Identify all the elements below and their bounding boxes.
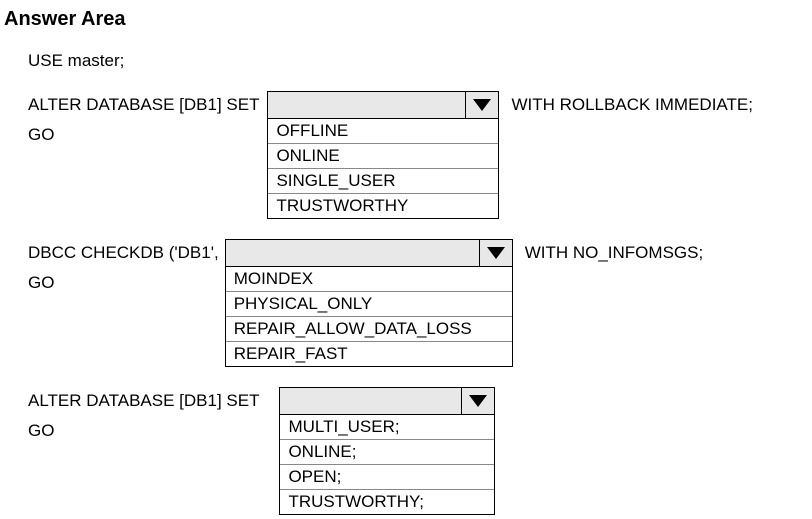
section-2: DBCC CHECKDB ('DB1', GO MOINDEX PHYSICAL…	[28, 239, 812, 367]
option-offline[interactable]: OFFLINE	[268, 119, 498, 144]
option-multi-user[interactable]: MULTI_USER;	[280, 415, 494, 440]
dropdown-1-header[interactable]	[267, 91, 499, 119]
chevron-down-icon	[473, 99, 491, 111]
option-repair-fast[interactable]: REPAIR_FAST	[226, 342, 512, 366]
dropdown-1[interactable]: OFFLINE ONLINE SINGLE_USER TRUSTWORTHY	[267, 91, 499, 219]
sql-go-1: GO	[28, 125, 259, 145]
dropdown-1-arrow[interactable]	[465, 92, 498, 118]
option-trustworthy[interactable]: TRUSTWORTHY	[268, 194, 498, 218]
option-physical-only[interactable]: PHYSICAL_ONLY	[226, 292, 512, 317]
sql-dbcc-prefix: DBCC CHECKDB ('DB1',	[28, 239, 219, 263]
sql-use-master: USE master;	[28, 51, 812, 71]
dropdown-3-options: MULTI_USER; ONLINE; OPEN; TRUSTWORTHY;	[279, 415, 495, 515]
dropdown-1-options: OFFLINE ONLINE SINGLE_USER TRUSTWORTHY	[267, 119, 499, 219]
option-single-user[interactable]: SINGLE_USER	[268, 169, 498, 194]
chevron-down-icon	[487, 247, 505, 259]
sql-rollback-suffix: WITH ROLLBACK IMMEDIATE;	[511, 91, 753, 115]
sql-noinfomsgs-suffix: WITH NO_INFOMSGS;	[525, 239, 704, 263]
chevron-down-icon	[469, 395, 487, 407]
option-online-2[interactable]: ONLINE;	[280, 440, 494, 465]
dropdown-2[interactable]: MOINDEX PHYSICAL_ONLY REPAIR_ALLOW_DATA_…	[225, 239, 513, 367]
sql-alter-db1-prefix-2: ALTER DATABASE [DB1] SET	[28, 387, 259, 411]
dropdown-2-arrow[interactable]	[479, 240, 512, 266]
dropdown-3[interactable]: MULTI_USER; ONLINE; OPEN; TRUSTWORTHY;	[279, 387, 495, 515]
dropdown-3-arrow[interactable]	[461, 388, 494, 414]
section-3: ALTER DATABASE [DB1] SET GO MULTI_USER; …	[28, 387, 812, 515]
answer-area-title: Answer Area	[4, 8, 812, 31]
sql-alter-db1-prefix: ALTER DATABASE [DB1] SET	[28, 91, 259, 115]
dropdown-2-options: MOINDEX PHYSICAL_ONLY REPAIR_ALLOW_DATA_…	[225, 267, 513, 367]
option-trustworthy-2[interactable]: TRUSTWORTHY;	[280, 490, 494, 514]
option-repair-allow-data-loss[interactable]: REPAIR_ALLOW_DATA_LOSS	[226, 317, 512, 342]
dropdown-2-header[interactable]	[225, 239, 513, 267]
sql-go-3: GO	[28, 421, 259, 441]
sql-go-2: GO	[28, 273, 219, 293]
section-1: ALTER DATABASE [DB1] SET GO OFFLINE ONLI…	[28, 91, 812, 219]
dropdown-3-header[interactable]	[279, 387, 495, 415]
option-open[interactable]: OPEN;	[280, 465, 494, 490]
option-moindex[interactable]: MOINDEX	[226, 267, 512, 292]
option-online[interactable]: ONLINE	[268, 144, 498, 169]
